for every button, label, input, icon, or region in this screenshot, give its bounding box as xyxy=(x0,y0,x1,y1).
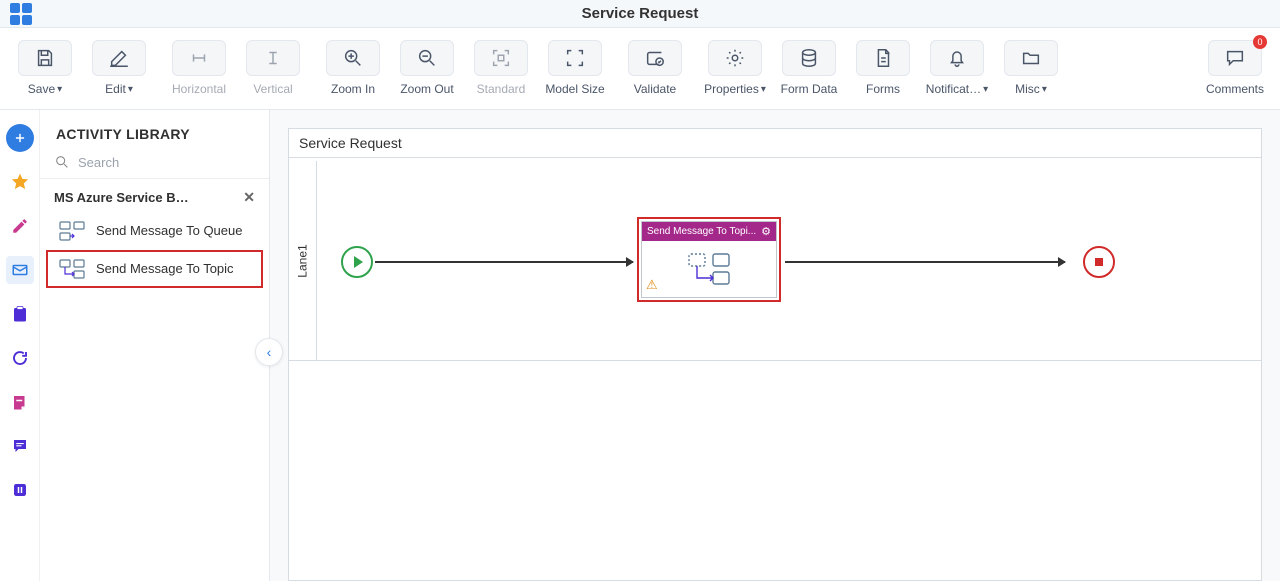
notifications-button[interactable]: Notificat…▾ xyxy=(922,40,992,96)
page-header: Service Request xyxy=(0,0,1280,28)
search-icon xyxy=(54,154,70,170)
process-title: Service Request xyxy=(289,129,1261,158)
plus-icon xyxy=(13,131,27,145)
topic-activity-icon xyxy=(58,258,86,280)
zoom-out-icon xyxy=(416,47,438,69)
zoom-out-button[interactable]: Zoom Out xyxy=(392,40,462,96)
chevron-down-icon: ▾ xyxy=(57,84,62,95)
misc-button[interactable]: Misc▾ xyxy=(996,40,1066,96)
clipboard-rail-button[interactable] xyxy=(6,300,34,328)
validate-icon xyxy=(644,47,666,69)
form-data-button[interactable]: Form Data xyxy=(774,40,844,96)
apps-icon[interactable] xyxy=(10,3,32,25)
activity-item-send-to-topic[interactable]: Send Message To Topic xyxy=(46,250,263,288)
activity-group-header[interactable]: MS Azure Service B… ✕ xyxy=(40,179,269,212)
stop-icon xyxy=(1095,258,1103,266)
chevron-down-icon: ▾ xyxy=(1042,84,1047,95)
chat-icon xyxy=(11,437,29,455)
note-rail-button[interactable] xyxy=(6,388,34,416)
task-title: Send Message To Topi... xyxy=(647,226,756,237)
mail-icon xyxy=(11,261,29,279)
left-rail xyxy=(0,110,40,581)
canvas-area[interactable]: Service Request Lane1 Send Message To To… xyxy=(270,110,1280,581)
pencil-icon xyxy=(11,217,29,235)
search-field[interactable] xyxy=(54,154,255,170)
chevron-left-icon: ‹ xyxy=(267,344,272,360)
database-icon xyxy=(798,47,820,69)
zoom-standard-icon xyxy=(490,47,512,69)
sequence-flow[interactable] xyxy=(785,261,1065,263)
chevron-down-icon: ▾ xyxy=(761,84,766,95)
clipboard-icon xyxy=(11,305,29,323)
gear-icon xyxy=(724,47,746,69)
swimlane[interactable]: Lane1 Send Message To Topi... ⚙ xyxy=(289,161,1261,361)
collapse-sidebar-button[interactable]: ‹ xyxy=(255,338,283,366)
forms-button[interactable]: Forms xyxy=(848,40,918,96)
task-node-send-to-topic[interactable]: Send Message To Topi... ⚙ ⚠ xyxy=(637,217,781,302)
process-frame: Service Request Lane1 Send Message To To… xyxy=(288,128,1262,581)
end-node[interactable] xyxy=(1083,246,1115,278)
pause-rail-button[interactable] xyxy=(6,476,34,504)
model-size-button[interactable]: Model Size xyxy=(540,40,610,96)
sequence-flow[interactable] xyxy=(375,261,633,263)
comments-button[interactable]: 0 Comments xyxy=(1200,40,1270,96)
search-input[interactable] xyxy=(78,155,255,170)
activity-item-label: Send Message To Queue xyxy=(96,223,242,239)
folder-icon xyxy=(1020,47,1042,69)
document-icon xyxy=(872,47,894,69)
align-vertical-button[interactable]: Vertical xyxy=(238,40,308,96)
activity-group-label: MS Azure Service B… xyxy=(54,190,189,205)
lane-label: Lane1 xyxy=(296,244,310,277)
page-title: Service Request xyxy=(582,5,699,22)
activity-library-title: ACTIVITY LIBRARY xyxy=(40,110,269,154)
pause-icon xyxy=(11,481,29,499)
bell-icon xyxy=(946,47,968,69)
save-icon xyxy=(34,47,56,69)
note-icon xyxy=(11,393,29,411)
align-horizontal-button[interactable]: Horizontal xyxy=(164,40,234,96)
comment-count-badge: 0 xyxy=(1253,35,1267,49)
zoom-in-icon xyxy=(342,47,364,69)
warning-icon: ⚠ xyxy=(646,277,658,293)
zoom-in-button[interactable]: Zoom In xyxy=(318,40,388,96)
main-area: ACTIVITY LIBRARY MS Azure Service B… ✕ S… xyxy=(0,110,1280,581)
gear-icon[interactable]: ⚙ xyxy=(761,225,771,238)
refresh-rail-button[interactable] xyxy=(6,344,34,372)
activity-library-panel: ACTIVITY LIBRARY MS Azure Service B… ✕ S… xyxy=(40,110,270,581)
arrow-icon xyxy=(626,257,634,267)
activity-item-label: Send Message To Topic xyxy=(96,261,234,277)
inbox-rail-button[interactable] xyxy=(6,256,34,284)
comment-icon xyxy=(1224,47,1246,69)
star-icon xyxy=(10,172,30,192)
refresh-icon xyxy=(11,349,29,367)
model-size-icon xyxy=(564,47,586,69)
task-header: Send Message To Topi... ⚙ xyxy=(642,222,776,241)
edit-icon xyxy=(108,47,130,69)
edit-button[interactable]: Edit▾ xyxy=(84,40,154,96)
align-horizontal-icon xyxy=(188,47,210,69)
chevron-down-icon: ▾ xyxy=(983,84,988,95)
chat-rail-button[interactable] xyxy=(6,432,34,460)
task-body: ⚠ xyxy=(642,241,776,297)
close-group-button[interactable]: ✕ xyxy=(243,189,255,206)
favorites-button[interactable] xyxy=(6,168,34,196)
activity-item-send-to-queue[interactable]: Send Message To Queue xyxy=(46,212,263,250)
zoom-standard-button[interactable]: Standard xyxy=(466,40,536,96)
arrow-icon xyxy=(1058,257,1066,267)
play-icon xyxy=(354,256,363,268)
properties-button[interactable]: Properties▾ xyxy=(700,40,770,96)
edit-rail-button[interactable] xyxy=(6,212,34,240)
save-button[interactable]: Save▾ xyxy=(10,40,80,96)
start-node[interactable] xyxy=(341,246,373,278)
lane-header[interactable]: Lane1 xyxy=(289,161,317,360)
toolbar: Save▾ Edit▾ Horizontal Vertical Zoom In … xyxy=(0,28,1280,110)
add-button[interactable] xyxy=(6,124,34,152)
validate-button[interactable]: Validate xyxy=(620,40,690,96)
chevron-down-icon: ▾ xyxy=(128,84,133,95)
queue-activity-icon xyxy=(58,220,86,242)
task-body-icon xyxy=(687,252,731,286)
align-vertical-icon xyxy=(262,47,284,69)
